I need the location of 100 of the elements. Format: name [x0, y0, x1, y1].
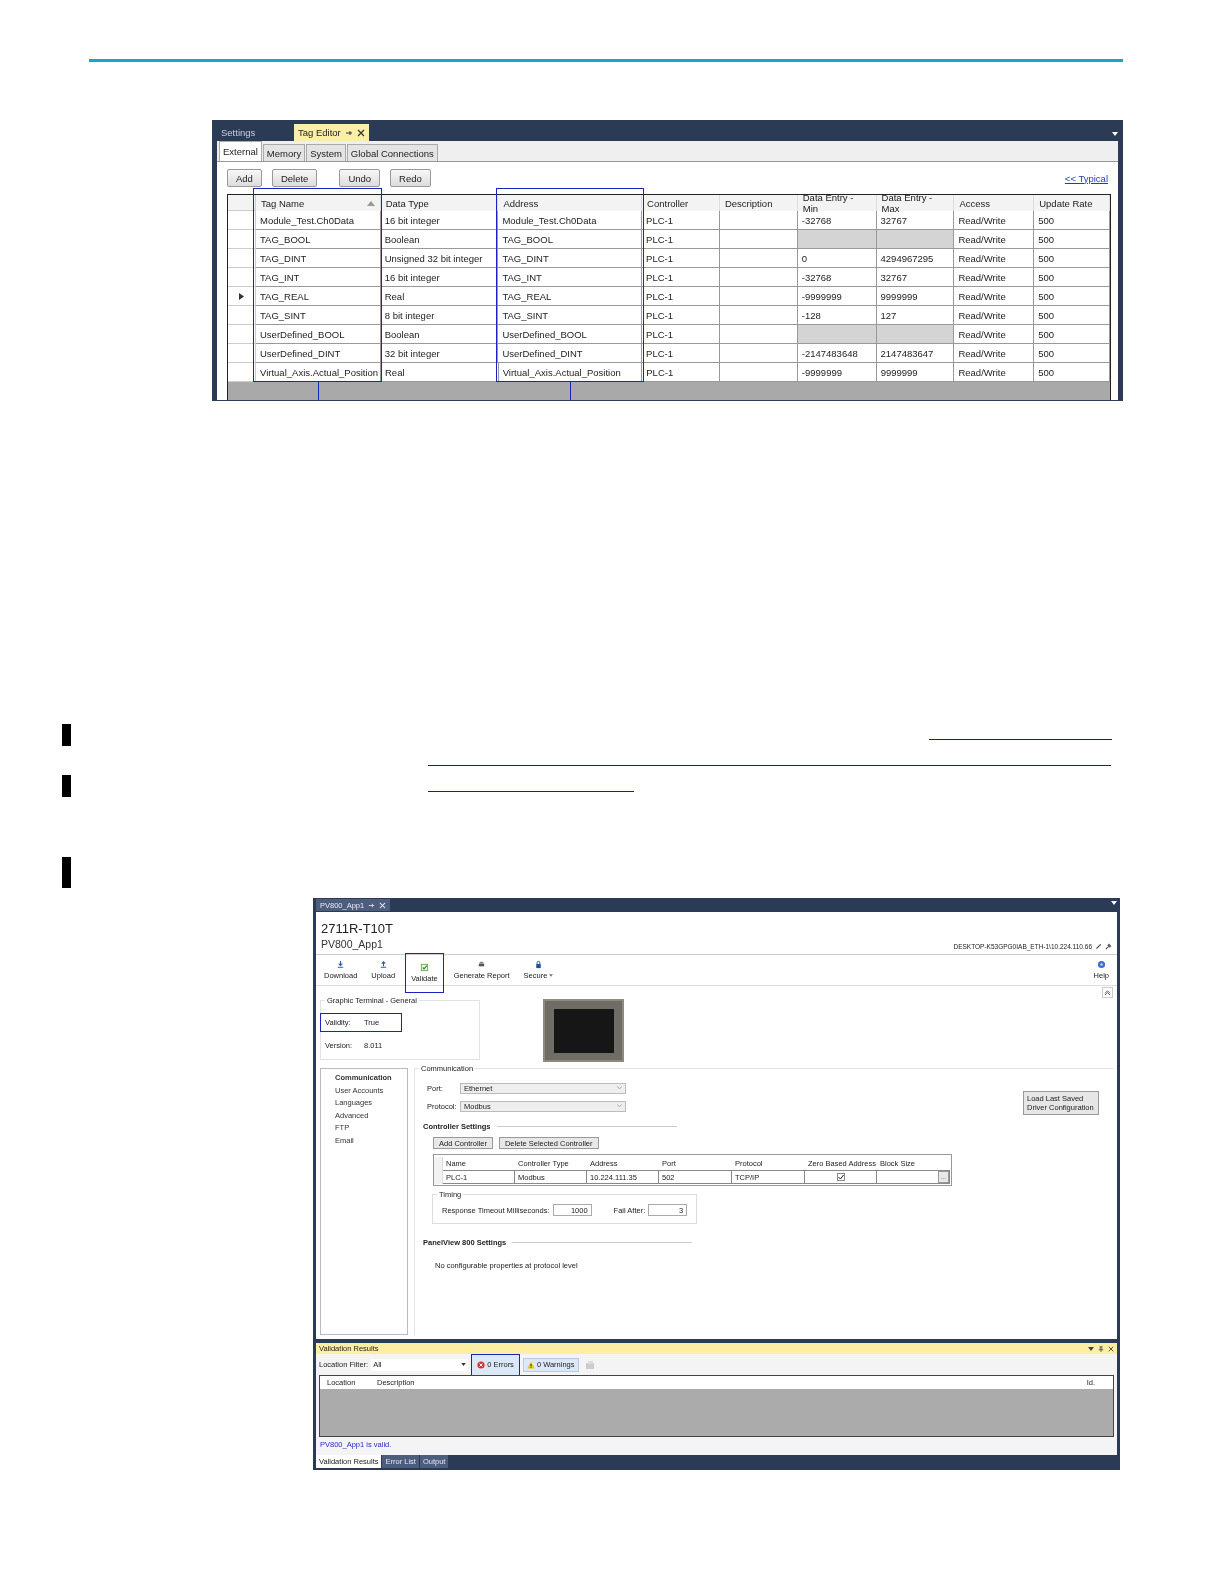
warning-icon — [526, 1360, 535, 1369]
table-cell: PLC-1 — [642, 287, 720, 306]
current-row-icon — [239, 292, 244, 300]
row-header[interactable] — [228, 268, 256, 287]
pin-icon[interactable] — [1105, 943, 1112, 950]
column-header[interactable]: Data Type — [380, 195, 499, 211]
table-cell: -9999999 — [797, 287, 877, 306]
application-name: PV800_App1 — [321, 938, 384, 950]
change-bar — [62, 775, 71, 797]
checkbox-icon — [419, 963, 429, 972]
table-cell: UserDefined_BOOL — [256, 325, 381, 344]
lock-icon — [533, 960, 543, 969]
caret-icon — [617, 1086, 622, 1090]
table-cell: UserDefined_DINT — [256, 344, 381, 363]
row-header[interactable] — [228, 325, 256, 344]
row-header[interactable] — [228, 211, 256, 230]
checkbox[interactable] — [836, 1173, 845, 1181]
table-cell: Unsigned 32 bit integer — [380, 249, 499, 268]
column-header[interactable]: Address — [498, 195, 643, 211]
close-icon[interactable] — [1108, 1345, 1114, 1352]
table-cell: Read/Write — [954, 325, 1035, 344]
table-cell: 500 — [1034, 230, 1110, 249]
column-header[interactable]: Tag Name — [256, 195, 381, 211]
leader-line — [570, 382, 571, 400]
column-header[interactable]: Data Entry - Max — [876, 195, 955, 211]
table-cell: Read/Write — [954, 306, 1035, 325]
table-cell: TAG_BOOL — [498, 230, 643, 249]
collapse-button[interactable] — [1102, 987, 1113, 998]
table-cell: PLC-1 — [642, 249, 720, 268]
row-header[interactable] — [228, 230, 256, 249]
table-cell: Module_Test.Ch0Data — [498, 211, 643, 230]
column-header[interactable]: Description — [719, 195, 798, 211]
close-icon[interactable] — [356, 128, 365, 137]
download-icon — [336, 960, 346, 969]
table-cell: 500 — [1034, 325, 1110, 344]
table-cell: Read/Write — [954, 230, 1035, 249]
typical-link[interactable]: << Typical — [1064, 172, 1108, 184]
printer-icon — [477, 960, 487, 969]
pin-icon[interactable] — [344, 128, 353, 137]
table-cell: Read/Write — [954, 249, 1035, 268]
help-icon — [1096, 960, 1106, 969]
table-cell: UserDefined_BOOL — [498, 325, 643, 344]
row-header[interactable] — [228, 344, 256, 363]
dropdown-icon[interactable] — [1088, 1345, 1094, 1352]
pin-icon[interactable] — [1098, 1345, 1104, 1352]
column-header[interactable]: Controller — [642, 195, 720, 211]
table-cell: -2147483648 — [797, 344, 877, 363]
error-icon — [477, 1360, 486, 1369]
pencil-icon[interactable] — [1095, 943, 1102, 950]
toolbar-button[interactable]: Redo — [390, 169, 431, 187]
toolbar-button[interactable]: Undo — [339, 169, 381, 187]
tab[interactable]: System — [306, 144, 346, 161]
table-cell: PLC-1 — [642, 344, 720, 363]
column-header[interactable]: Data Entry - Min — [797, 195, 877, 211]
document-tab[interactable]: Settings — [217, 124, 291, 141]
table-cell: TAG_INT — [498, 268, 643, 287]
table-cell: Boolean — [380, 325, 499, 344]
table-cell: Module_Test.Ch0Data — [256, 211, 381, 230]
table-cell: 9999999 — [876, 287, 955, 306]
row-header[interactable] — [228, 249, 256, 268]
table-cell: -32768 — [797, 268, 877, 287]
table-cell: 16 bit integer — [380, 268, 499, 287]
dropdown-icon[interactable] — [1112, 132, 1118, 136]
dropdown-icon[interactable] — [1111, 900, 1117, 905]
change-bar — [62, 857, 71, 888]
table-cell: PLC-1 — [642, 325, 720, 344]
table-cell: Read/Write — [954, 344, 1035, 363]
table-cell: 32767 — [876, 268, 955, 287]
column-header[interactable]: Update Rate — [1034, 195, 1111, 211]
document-tab[interactable]: Tag Editor — [294, 124, 369, 141]
row-header[interactable] — [228, 287, 256, 306]
table-cell: TAG_DINT — [498, 249, 643, 268]
table-cell: 500 — [1034, 287, 1110, 306]
table-cell: PLC-1 — [642, 306, 720, 325]
change-bar — [62, 724, 71, 746]
table-cell: 8 bit integer — [380, 306, 499, 325]
caret-icon — [461, 1363, 467, 1366]
table-cell: 4294967295 — [876, 249, 955, 268]
toolbar-button[interactable]: Add — [227, 169, 262, 187]
table-cell: Read/Write — [954, 211, 1035, 230]
tab[interactable]: External — [219, 141, 262, 161]
tab[interactable]: Memory — [262, 144, 306, 161]
table-cell: PLC-1 — [642, 230, 720, 249]
row-header — [434, 1157, 443, 1170]
device-model: 2711R-T10T — [321, 921, 393, 936]
table-cell: TAG_SINT — [498, 306, 643, 325]
table-cell: TAG_SINT — [256, 306, 381, 325]
table-cell: TAG_INT — [256, 268, 381, 287]
table-cell: Read/Write — [954, 268, 1035, 287]
toolbar-button[interactable]: Delete — [271, 169, 318, 187]
table-cell: TAG_BOOL — [256, 230, 381, 249]
table-cell: 500 — [1034, 211, 1110, 230]
row-header — [228, 195, 256, 211]
column-header[interactable]: Access — [954, 195, 1035, 211]
table-cell: 500 — [1034, 268, 1110, 287]
row-header[interactable] — [228, 306, 256, 325]
table-cell: PLC-1 — [642, 211, 720, 230]
table-cell: 2147483647 — [876, 344, 955, 363]
tab[interactable]: Global Connections — [346, 144, 438, 161]
table-cell: TAG_REAL — [498, 287, 643, 306]
